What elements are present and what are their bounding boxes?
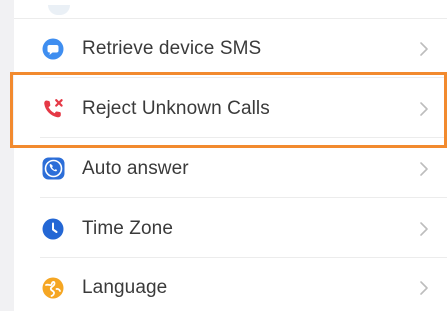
divider [40,197,447,198]
settings-item-language[interactable]: Language [14,258,447,311]
settings-list: Retrieve device SMS Reject Unknown Calls [14,0,447,311]
chevron-right-icon [420,280,428,295]
reject-call-icon [41,97,65,121]
settings-screen: Retrieve device SMS Reject Unknown Calls [0,0,447,311]
chevron-right-icon [420,101,428,116]
settings-item-label: Time Zone [82,217,174,239]
clock-icon [41,217,65,241]
settings-item-reject-unknown-calls[interactable]: Reject Unknown Calls [14,79,447,138]
chevron-right-icon [420,221,428,236]
settings-item-label: Reject Unknown Calls [82,97,270,119]
settings-item-label: Retrieve device SMS [82,37,262,59]
settings-item-label: Language [82,276,168,298]
settings-item-retrieve-sms[interactable]: Retrieve device SMS [14,19,447,78]
settings-item-auto-answer[interactable]: Auto answer [14,139,447,198]
sms-chat-icon [41,37,65,61]
partial-list-item [14,0,447,19]
settings-item-time-zone[interactable]: Time Zone [14,199,447,258]
chevron-right-icon [420,161,428,176]
divider [40,137,447,138]
partial-item-icon [48,5,70,15]
auto-answer-icon [41,157,65,181]
chevron-right-icon [420,41,428,56]
settings-item-label: Auto answer [82,157,189,179]
divider [40,77,447,78]
globe-icon [41,276,65,300]
